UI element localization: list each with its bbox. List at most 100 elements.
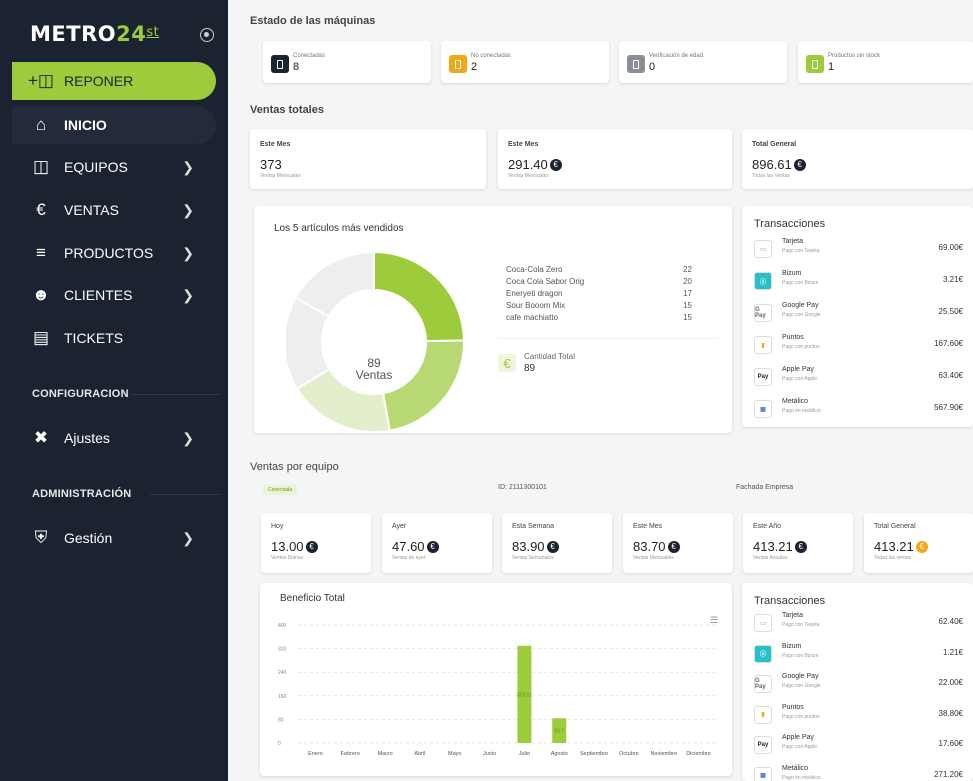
sidebar-item-ventas[interactable]: € VENTAS ❯ — [12, 191, 216, 229]
kpi-card-ventas-mes: Este Mes 373 Ventas Mensuales — [250, 129, 486, 189]
kpi-label: Ayer — [392, 523, 407, 530]
top5-title: Los 5 artículos más vendidos — [274, 223, 404, 234]
top5-item-qty: 15 — [683, 301, 692, 310]
section-configuracion: CONFIGURACION — [32, 388, 129, 400]
status-card-verificacion[interactable]: Verificación de edad 0 — [619, 41, 787, 83]
transacciones-title: Transacciones — [754, 595, 826, 607]
transaction-amount: 567.90€ — [934, 403, 963, 412]
transaction-amount: 63.40€ — [938, 371, 963, 380]
y-tick-label: 400 — [278, 623, 287, 629]
bar-data-label: 83.7 — [554, 729, 564, 735]
status-label: Conectadas — [293, 53, 326, 59]
brand-number: 24 — [116, 22, 147, 46]
x-tick-label: Julio — [519, 751, 530, 757]
sidebar-item-reponer[interactable]: +◫ REPONER — [12, 62, 216, 100]
status-card-no-conectadas[interactable]: No conectadas 2 — [441, 41, 609, 83]
card-icon: ▭ — [754, 614, 772, 632]
transaction-row: ▦ Metálico Pago en metálico 567.90€ — [752, 398, 963, 420]
transaction-row: ▭ Tarjeta Pago con Tarjeta 69.00€ — [752, 238, 963, 260]
transaction-method: Google Pay — [782, 302, 819, 309]
transaction-amount: 38.80€ — [938, 708, 963, 718]
kpi-value-text: 413.21 — [874, 539, 914, 554]
chevron-right-icon: ❯ — [182, 201, 194, 218]
shield-icon: ⛨ — [34, 528, 48, 547]
transacciones-card: Transacciones ▭ Tarjeta Pago con Tarjeta 69… — [742, 206, 973, 427]
euro-coin-icon: € — [549, 158, 562, 171]
sidebar-item-equipos[interactable]: ◫ EQUIPOS ❯ — [12, 148, 216, 186]
x-tick-label: Diciembre — [686, 751, 711, 757]
transaction-sub: Pago con Tarjeta — [782, 248, 820, 254]
euro-coin-icon: € — [546, 540, 559, 553]
status-label: Productos sin stock — [828, 53, 881, 59]
gpay-icon: G Pay — [754, 675, 772, 693]
y-tick-label: 320 — [278, 647, 287, 653]
kpi-value: 413.21 € — [874, 539, 928, 554]
chevron-right-icon: ❯ — [182, 429, 194, 446]
x-tick-label: Junio — [483, 751, 496, 757]
kpi-sub: Ventas Mensuales — [260, 173, 301, 179]
euro-coin-icon: € — [793, 158, 806, 171]
cash-icon: ▦ — [754, 766, 772, 781]
sidebar-item-label: INICIO — [64, 117, 107, 133]
sidebar-item-inicio[interactable]: ⌂ INICIO — [12, 106, 216, 144]
euro-coin-icon: € — [794, 540, 807, 553]
equipo-kpi-card: Esta Semana 83.90 € Ventas Semanales — [502, 513, 612, 573]
kpi-label: Este Año — [753, 523, 782, 530]
kpi-sub: Ventas de ayer — [392, 555, 426, 561]
status-card-conectadas[interactable]: Conectadas 8 — [263, 41, 431, 83]
x-tick-label: Febrero — [341, 751, 360, 757]
sidebar-item-label: TICKETS — [64, 330, 124, 346]
sidebar-item-label: Ajustes — [64, 430, 110, 446]
top5-item-name: Coca Cola Sabor Orig — [506, 277, 585, 286]
transaction-method: Google Pay — [782, 673, 819, 680]
transaction-row: ▮ Puntos Pago con puntos 167.60€ — [752, 334, 963, 356]
machine-icon — [627, 55, 645, 73]
transaction-method: Puntos — [782, 703, 804, 711]
equipo-location: Fachada Empresa — [736, 484, 794, 491]
top5-item: Coca-Cola Zero 22 — [506, 265, 692, 274]
kpi-sub: Todas las Ventas — [752, 173, 790, 179]
sidebar-item-tickets[interactable]: ▤ TICKETS — [12, 319, 216, 357]
kpi-card-importe-mes: Este Mes 291.40 € Ventas Mensuales — [498, 129, 732, 189]
sidebar-toggle-icon[interactable] — [200, 28, 214, 42]
sidebar-item-label: VENTAS — [64, 202, 119, 218]
kpi-sub: Ventas Semanales — [512, 555, 554, 561]
euro-coin-icon: € — [426, 540, 439, 553]
top5-item-qty: 15 — [683, 313, 692, 322]
kpi-value: 83.90 € — [512, 539, 559, 554]
sidebar-item-label: REPONER — [64, 73, 134, 89]
donut-slice[interactable] — [373, 250, 466, 343]
sidebar-item-ajustes[interactable]: ✖ Ajustes ❯ — [12, 419, 216, 457]
top5-item: cafe machiatto 15 — [506, 313, 692, 322]
equipo-kpi-card: Este Año 413.21 € Ventas Anuales — [743, 513, 853, 573]
euro-coin-icon: € — [305, 540, 318, 553]
main-content: Estado de las máquinas Conectadas 8 No c… — [228, 0, 973, 781]
transaction-amount: 271.20€ — [934, 769, 963, 779]
chevron-right-icon: ❯ — [182, 286, 194, 303]
transaction-row: Pay Apple Pay Pago con Apple 17.60€ — [752, 734, 963, 756]
status-value: 2 — [471, 61, 478, 73]
donut-slice[interactable] — [381, 339, 465, 432]
status-card-sin-stock[interactable]: Productos sin stock 1 — [798, 41, 973, 83]
points-icon: ▮ — [754, 336, 772, 354]
transaction-sub: Pago con Google — [782, 683, 821, 689]
transacciones-title: Transacciones — [754, 218, 826, 230]
sidebar-item-clientes[interactable]: ☻ CLIENTES ❯ — [12, 276, 216, 314]
x-tick-label: Septiembre — [580, 751, 608, 757]
section-divider — [150, 494, 220, 495]
top5-total-value: 89 — [524, 363, 536, 374]
sidebar-item-productos[interactable]: ≡ PRODUCTOS ❯ — [12, 234, 216, 272]
brand-logo[interactable]: METRO24st — [30, 22, 159, 46]
transaction-sub: Pago en metálico — [782, 408, 821, 414]
y-tick-label: 160 — [278, 694, 287, 700]
home-icon: ⌂ — [35, 115, 47, 134]
transaction-amount: 25.50€ — [938, 307, 963, 316]
sidebar-item-gestion[interactable]: ⛨ Gestión ❯ — [12, 519, 216, 557]
kpi-value-text: 13.00 — [271, 539, 304, 554]
top5-item: Eneryeti dragon 17 — [506, 289, 692, 298]
transacciones-card-equipo: Transacciones ▭ Tarjeta Pago con Tarjeta 62… — [742, 583, 973, 781]
status-value: 1 — [828, 61, 835, 73]
kpi-value: 291.40 € — [508, 157, 562, 172]
transaction-row: ▭ Tarjeta Pago con Tarjeta 62.40€ — [752, 612, 963, 634]
top5-total-label: Cantidad Total — [524, 352, 575, 361]
